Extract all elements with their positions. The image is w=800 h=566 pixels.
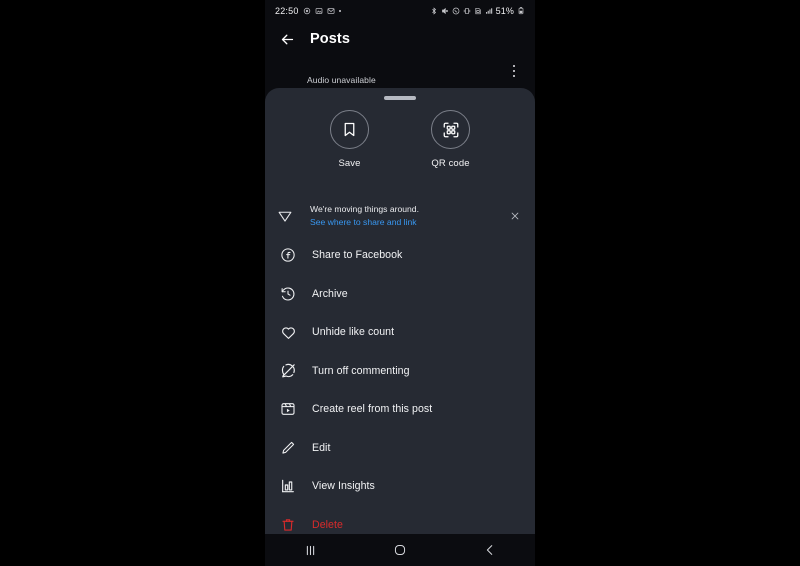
status-bar-right: 51% <box>430 6 525 16</box>
status-bar-clock: 22:50 <box>275 6 299 16</box>
home-icon[interactable] <box>378 534 422 566</box>
menu-item-label: Delete <box>312 518 343 531</box>
recents-icon[interactable] <box>288 534 332 566</box>
menu-item-archive[interactable]: Archive <box>265 275 535 314</box>
more-options-icon[interactable] <box>507 62 521 80</box>
wifi-calling-icon <box>452 7 460 15</box>
qr-code-icon <box>431 110 470 149</box>
quick-action-save[interactable]: Save <box>315 110 385 169</box>
battery-icon <box>517 7 525 15</box>
menu-item-view-insights[interactable]: View Insights <box>265 467 535 506</box>
send-paper-plane-icon <box>277 208 296 224</box>
menu-item-label: Create reel from this post <box>312 403 433 416</box>
archive-clock-icon <box>278 284 298 304</box>
location-icon <box>303 7 311 15</box>
heart-icon <box>278 322 298 342</box>
status-bar-left: 22:50 <box>275 6 341 16</box>
post-preview-area: Audio unavailable <box>265 56 535 92</box>
status-bar: 22:50 51% <box>265 0 535 22</box>
drag-handle[interactable] <box>384 96 416 100</box>
menu-item-label: Edit <box>312 441 331 454</box>
notice-text-block: We're moving things around. See where to… <box>310 204 507 228</box>
menu-item-label: Unhide like count <box>312 326 395 339</box>
options-menu: Share to Facebook Archive Unhide like co… <box>265 236 535 534</box>
menu-item-share-to-facebook[interactable]: Share to Facebook <box>265 236 535 275</box>
menu-item-label: Archive <box>312 287 348 300</box>
screenshot-icon <box>315 7 323 15</box>
notice-link[interactable]: See where to share and link <box>310 217 507 229</box>
insights-bar-chart-icon <box>278 476 298 496</box>
sim-icon <box>474 7 482 15</box>
menu-item-delete[interactable]: Delete <box>265 506 535 535</box>
gmail-icon <box>327 7 335 15</box>
menu-item-label: Share to Facebook <box>312 249 403 262</box>
bluetooth-icon <box>430 7 438 15</box>
close-icon[interactable] <box>507 208 523 224</box>
menu-item-edit[interactable]: Edit <box>265 429 535 468</box>
reel-icon <box>278 399 298 419</box>
quick-action-label: QR code <box>431 158 470 169</box>
app-bar: Posts <box>265 22 535 56</box>
audio-status-label: Audio unavailable <box>307 75 376 85</box>
options-bottom-sheet: Save QR code We're moving things around.… <box>265 88 535 534</box>
kebab-dot <box>512 64 516 68</box>
quick-actions-row: Save QR code <box>265 110 535 169</box>
page-title: Posts <box>310 31 350 47</box>
quick-action-qr-code[interactable]: QR code <box>416 110 486 169</box>
facebook-icon <box>278 245 298 265</box>
pencil-icon <box>278 438 298 458</box>
trash-icon <box>278 515 298 534</box>
system-navigation-bar <box>265 534 535 566</box>
notice-title: We're moving things around. <box>310 203 419 214</box>
dot-icon <box>338 10 341 12</box>
bookmark-icon <box>330 110 369 149</box>
menu-item-unhide-like-count[interactable]: Unhide like count <box>265 313 535 352</box>
screenshot-canvas: 22:50 51% Posts Audio unavailable Save Q… <box>0 0 800 566</box>
menu-item-turn-off-commenting[interactable]: Turn off commenting <box>265 352 535 391</box>
mute-icon <box>441 7 449 15</box>
quick-action-label: Save <box>338 158 361 169</box>
menu-item-label: Turn off commenting <box>312 364 410 377</box>
kebab-dot <box>512 74 516 78</box>
menu-item-label: View Insights <box>312 480 375 493</box>
kebab-dot <box>512 69 516 73</box>
vibrate-icon <box>463 7 471 15</box>
signal-icon <box>485 7 493 15</box>
comment-off-icon <box>278 361 298 381</box>
back-arrow-icon[interactable] <box>279 31 296 48</box>
phone-screen: 22:50 51% Posts Audio unavailable Save Q… <box>265 0 535 566</box>
moving-things-notice: We're moving things around. See where to… <box>265 196 535 236</box>
nav-back-icon[interactable] <box>468 534 512 566</box>
menu-item-create-reel-from-this-post[interactable]: Create reel from this post <box>265 390 535 429</box>
battery-percent-label: 51% <box>495 6 514 16</box>
